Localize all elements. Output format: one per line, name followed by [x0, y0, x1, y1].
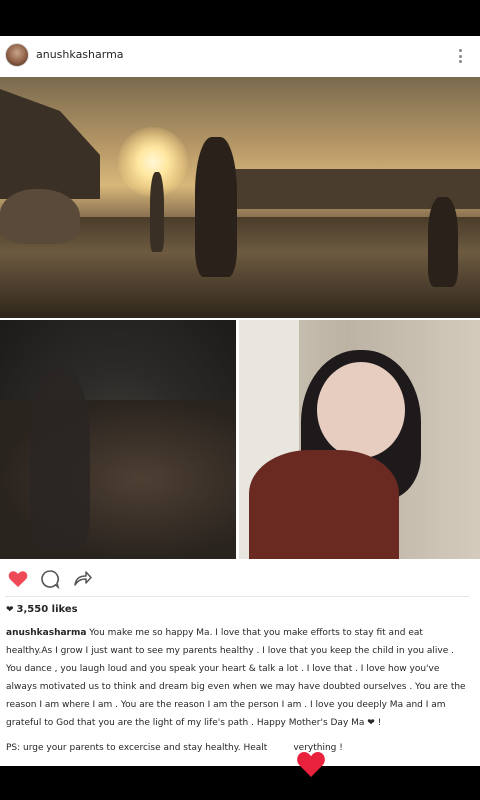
photo-building	[0, 89, 100, 199]
header-username[interactable]: anushkasharma	[36, 48, 124, 61]
photo-sunset-walk[interactable]	[0, 77, 480, 318]
photo-night-city[interactable]	[0, 320, 236, 559]
caption-end: !	[374, 718, 382, 728]
caption-ps: PS: urge your parents to excercise and s…	[6, 743, 472, 753]
photo-face	[317, 362, 405, 458]
heart-small-icon: ❤	[6, 604, 14, 615]
more-vertical-icon[interactable]	[452, 46, 468, 66]
photo-mother-smiling[interactable]	[239, 320, 480, 559]
post-header: anushkasharma	[0, 36, 480, 76]
caption-heart-icon: ❤	[367, 718, 375, 728]
photo-walker-2	[150, 172, 164, 252]
comment-icon[interactable]	[38, 567, 62, 591]
caption: anushkasharma You make me so happy Ma. I…	[6, 624, 472, 732]
post-actions	[0, 567, 480, 593]
ps-text-before: PS: urge your parents to excercise and s…	[6, 743, 268, 753]
photo-dog	[0, 189, 80, 244]
top-black-bar	[0, 0, 480, 36]
caption-text: You make me so happy Ma. I love that you…	[6, 628, 466, 728]
likes-text: 3,550 likes	[16, 604, 78, 615]
photo-person	[30, 370, 90, 550]
photo-clothing	[249, 450, 399, 559]
heart-icon[interactable]	[6, 567, 30, 591]
likes-count[interactable]: ❤ 3,550 likes	[6, 604, 78, 615]
instagram-post: anushkasharma ❤ 3,550 likes anushkasharm…	[0, 36, 480, 766]
caption-username[interactable]: anushkasharma	[6, 628, 86, 638]
photo-walker-1	[195, 137, 237, 277]
bottom-black-bar	[0, 766, 480, 800]
floating-heart-icon	[296, 750, 326, 778]
avatar[interactable]	[5, 43, 29, 67]
share-icon[interactable]	[70, 567, 94, 591]
divider	[5, 596, 469, 597]
photo-walker-3	[428, 197, 458, 287]
